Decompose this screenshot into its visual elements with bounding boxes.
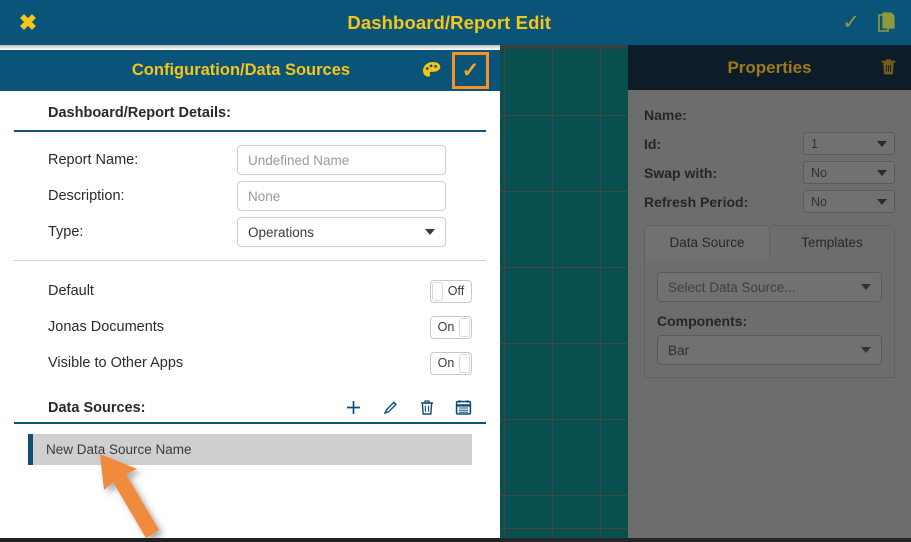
trash-icon[interactable] <box>880 58 897 76</box>
id-label: Id: <box>644 135 662 152</box>
properties-panel: Properties Name: Id: 1 Swap with: No Ref… <box>628 45 911 542</box>
calendar-icon[interactable] <box>455 399 472 416</box>
visible-other-apps-toggle[interactable]: On <box>430 351 472 375</box>
data-source-select-value: Select Data Source... <box>668 279 796 295</box>
apply-configuration-button[interactable]: ✓ <box>452 52 489 89</box>
refresh-period-select[interactable]: No <box>803 190 895 213</box>
copy-pages-icon[interactable] <box>878 12 895 33</box>
trash-icon[interactable] <box>419 399 435 416</box>
chevron-down-icon <box>877 169 887 176</box>
toggle-knob <box>459 353 470 373</box>
description-input[interactable]: None <box>237 181 446 211</box>
form-spacer <box>14 250 486 260</box>
title-bar-actions: ✓ <box>842 12 911 33</box>
configuration-title: Configuration/Data Sources <box>131 61 351 79</box>
pencil-icon[interactable] <box>382 399 399 416</box>
data-source-tab-panel: Select Data Source... Components: Bar <box>644 258 895 378</box>
data-sources-header: Data Sources: <box>14 391 486 422</box>
property-row-name: Name: <box>644 100 895 129</box>
selection-accent-bar <box>28 434 33 465</box>
refresh-period-label: Refresh Period: <box>644 193 749 210</box>
configuration-header: Configuration/Data Sources ✓ <box>0 50 500 91</box>
dashboard-report-edit-window: ✖ Dashboard/Report Edit ✓ Configuration/… <box>0 0 911 542</box>
type-select-value: Operations <box>248 224 315 240</box>
toggle-knob <box>459 317 470 337</box>
chevron-down-icon <box>877 198 887 205</box>
details-form: Report Name: Undefined Name Description:… <box>14 132 486 250</box>
tab-templates[interactable]: Templates <box>769 225 895 258</box>
toggle-knob <box>432 281 443 301</box>
components-select[interactable]: Bar <box>657 335 882 365</box>
details-section-title: Dashboard/Report Details: <box>48 105 231 121</box>
close-x-icon[interactable]: ✖ <box>0 0 56 45</box>
swap-with-select-value: No <box>811 165 827 180</box>
components-select-value: Bar <box>668 342 690 358</box>
properties-body: Name: Id: 1 Swap with: No Refresh Period… <box>628 90 911 378</box>
chevron-down-icon <box>861 347 871 353</box>
save-check-icon[interactable]: ✓ <box>842 12 860 33</box>
toggle-row-default: Default Off <box>14 273 486 309</box>
properties-header: Properties <box>628 45 911 90</box>
window-title-bar: ✖ Dashboard/Report Edit ✓ <box>0 0 911 45</box>
data-source-name: New Data Source Name <box>46 442 192 457</box>
options-toggle-list: Default Off Jonas Documents On Visible t… <box>14 261 486 391</box>
data-sources-title: Data Sources: <box>48 399 146 416</box>
toggle-row-visible-other-apps: Visible to Other Apps On <box>14 345 486 381</box>
tab-data-source[interactable]: Data Source <box>644 225 770 258</box>
swap-with-select[interactable]: No <box>803 161 895 184</box>
visible-other-apps-label: Visible to Other Apps <box>48 355 184 371</box>
left-panel-bottom-edge <box>0 538 500 542</box>
data-sources-actions <box>345 399 472 416</box>
id-select[interactable]: 1 <box>803 132 895 155</box>
property-row-id: Id: 1 <box>644 129 895 158</box>
swap-with-label: Swap with: <box>644 164 718 181</box>
default-label: Default <box>48 283 94 299</box>
jonas-documents-toggle[interactable]: On <box>430 315 472 339</box>
chevron-down-icon <box>861 284 871 290</box>
properties-title: Properties <box>727 57 812 77</box>
name-label: Name: <box>644 106 687 123</box>
properties-tabs: Data Source Templates <box>644 225 895 258</box>
description-label: Description: <box>48 188 125 204</box>
form-row-type: Type: Operations <box>14 214 486 250</box>
type-label: Type: <box>48 224 84 240</box>
list-item[interactable]: New Data Source Name <box>28 434 472 465</box>
type-select[interactable]: Operations <box>237 217 446 247</box>
properties-tabs-wrapper: Data Source Templates Select Data Source… <box>644 225 895 378</box>
data-source-select[interactable]: Select Data Source... <box>657 272 882 302</box>
chevron-down-icon <box>877 140 887 147</box>
configuration-panel: Configuration/Data Sources ✓ Dashboard/R… <box>0 45 500 542</box>
toggle-row-jonas-documents: Jonas Documents On <box>14 309 486 345</box>
form-row-report-name: Report Name: Undefined Name <box>14 142 486 178</box>
form-row-description: Description: None <box>14 178 486 214</box>
check-icon: ✓ <box>461 59 480 82</box>
refresh-period-select-value: No <box>811 194 827 209</box>
page-title: Dashboard/Report Edit <box>347 11 551 33</box>
dashboard-grid-canvas[interactable] <box>500 49 628 538</box>
property-row-swap-with: Swap with: No <box>644 158 895 187</box>
components-label: Components: <box>657 313 748 329</box>
data-sources-list: New Data Source Name <box>14 424 486 465</box>
configuration-header-actions: ✓ <box>422 52 500 89</box>
chevron-down-icon <box>425 229 435 235</box>
report-name-input[interactable]: Undefined Name <box>237 145 446 175</box>
report-name-label: Report Name: <box>48 152 139 168</box>
default-toggle[interactable]: Off <box>430 279 472 303</box>
plus-icon[interactable] <box>345 399 362 416</box>
jonas-documents-label: Jonas Documents <box>48 319 165 335</box>
id-select-value: 1 <box>811 136 818 151</box>
property-row-refresh-period: Refresh Period: No <box>644 187 895 216</box>
palette-icon[interactable] <box>422 61 444 81</box>
configuration-body: Dashboard/Report Details: Report Name: U… <box>0 91 500 465</box>
